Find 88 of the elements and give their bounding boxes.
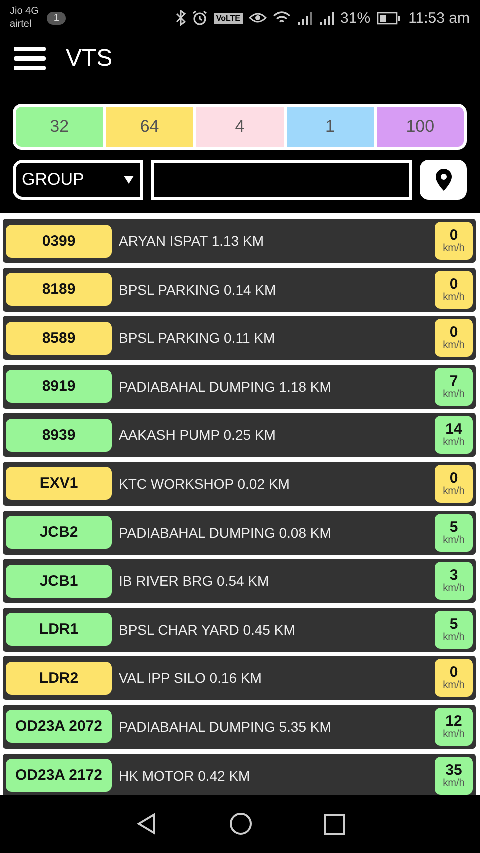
home-icon[interactable] <box>228 812 252 836</box>
speed-value: 0 <box>450 665 458 680</box>
vehicle-location: AAKASH PUMP 0.25 KM <box>119 427 277 444</box>
vehicle-plate: 0399 <box>6 224 112 258</box>
vehicle-location: IB RIVER BRG 0.54 KM <box>119 573 270 590</box>
vehicle-plate: 8939 <box>6 418 112 452</box>
speed-unit: km/h <box>443 340 465 352</box>
status-count-tab[interactable]: 4 <box>196 107 284 147</box>
vehicle-row[interactable]: OD23A 2072 PADIABAHAL DUMPING 5.35 KM 12 km/h <box>3 704 476 749</box>
speed-unit: km/h <box>443 534 465 546</box>
volte-badge: VoLTE <box>214 12 243 24</box>
eye-icon <box>248 11 267 25</box>
vehicle-row[interactable]: JCB1 IB RIVER BRG 0.54 KM 3 km/h <box>3 559 476 604</box>
vehicle-row[interactable]: 0399 ARYAN ISPAT 1.13 KM 0 km/h <box>3 219 476 263</box>
vehicle-plate: 8189 <box>6 273 112 306</box>
speed-value: 14 <box>446 422 462 438</box>
search-field[interactable] <box>151 160 412 200</box>
vehicle-row[interactable]: JCB2 PADIABAHAL DUMPING 0.08 KM 5 km/h <box>3 510 476 555</box>
vehicle-row[interactable]: 8939 AAKASH PUMP 0.25 KM 14 km/h <box>3 413 476 458</box>
vehicle-plate: EXV1 <box>6 467 112 500</box>
vehicle-plate: OD23A 2172 <box>6 759 112 792</box>
speed-value: 7 <box>450 374 458 389</box>
clock-time: 11:53 am <box>408 10 470 26</box>
speed-value: 12 <box>446 714 462 729</box>
carrier-name: Jio 4G <box>10 5 39 18</box>
map-button[interactable] <box>420 160 467 200</box>
speed-value: 0 <box>450 228 458 243</box>
speed-value: 0 <box>450 470 458 486</box>
vehicle-plate: 8919 <box>6 370 112 404</box>
bluetooth-icon <box>176 10 186 26</box>
speed-unit: km/h <box>443 728 465 740</box>
speed-unit: km/h <box>443 388 465 400</box>
speed-value: 0 <box>450 325 458 340</box>
speed-unit: km/h <box>443 486 465 497</box>
vehicle-location: PADIABAHAL DUMPING 5.35 KM <box>119 718 332 735</box>
speed-unit: km/h <box>443 292 465 303</box>
speed-unit: km/h <box>443 437 465 448</box>
vehicle-location: HK MOTOR 0.42 KM <box>119 768 252 784</box>
vehicle-location: VAL IPP SILO 0.16 KM <box>119 670 263 686</box>
dropdown-caret-icon <box>124 176 134 184</box>
vehicle-plate: LDR2 <box>6 662 112 695</box>
vehicle-row[interactable]: 8589 BPSL PARKING 0.11 KM 0 km/h <box>3 316 476 360</box>
status-count-tab[interactable]: 32 <box>16 107 104 147</box>
vehicle-row[interactable]: LDR1 BPSL CHAR YARD 0.45 KM 5 km/h <box>3 608 476 652</box>
vehicle-plate: JCB1 <box>6 564 112 598</box>
menu-icon[interactable] <box>14 46 46 72</box>
recents-icon[interactable] <box>324 814 344 834</box>
notification-badge: 1 <box>46 12 66 24</box>
vehicle-location: PADIABAHAL DUMPING 0.08 KM <box>119 524 332 541</box>
speed-value: 5 <box>450 520 458 535</box>
vehicle-location: BPSL PARKING 0.14 KM <box>119 282 278 298</box>
speed-unit: km/h <box>443 583 465 594</box>
speed-value: 3 <box>450 568 458 584</box>
carrier-name: airtel <box>10 18 33 31</box>
vehicle-plate: LDR1 <box>6 613 112 646</box>
status-count-tab[interactable]: 64 <box>106 107 194 147</box>
status-count-tab[interactable]: 1 <box>286 107 374 147</box>
wifi-icon <box>272 11 291 25</box>
vehicle-row[interactable]: EXV1 KTC WORKSHOP 0.02 KM 0 km/h <box>3 462 476 506</box>
vehicle-row[interactable]: LDR2 VAL IPP SILO 0.16 KM 0 km/h <box>3 656 476 700</box>
status-count-tab[interactable]: 100 <box>376 107 464 147</box>
battery-icon <box>376 12 401 24</box>
speed-value: 0 <box>450 276 458 292</box>
app-title: VTS <box>66 45 113 73</box>
back-icon[interactable] <box>136 813 158 835</box>
vehicle-location: BPSL CHAR YARD 0.45 KM <box>119 622 296 638</box>
group-dropdown[interactable]: GROUP <box>13 160 143 200</box>
speed-unit: km/h <box>443 778 465 789</box>
signal-icon <box>296 11 313 25</box>
alarm-icon <box>192 10 208 26</box>
speed-unit: km/h <box>443 632 465 643</box>
vehicle-row[interactable]: 8189 BPSL PARKING 0.14 KM 0 km/h <box>3 268 476 312</box>
speed-value: 5 <box>450 616 458 632</box>
vehicle-plate: 8589 <box>6 322 112 355</box>
speed-value: 35 <box>446 762 462 778</box>
vehicle-plate: OD23A 2072 <box>6 710 112 744</box>
vehicle-row[interactable]: OD23A 2172 HK MOTOR 0.42 KM 35 km/h <box>3 754 476 795</box>
vehicle-location: KTC WORKSHOP 0.02 KM <box>119 476 291 492</box>
speed-unit: km/h <box>443 243 465 254</box>
signal-icon <box>318 11 335 25</box>
vehicle-location: PADIABAHAL DUMPING 1.18 KM <box>119 378 332 395</box>
location-pin-icon <box>436 169 452 191</box>
vehicle-plate: JCB2 <box>6 516 112 550</box>
speed-unit: km/h <box>443 680 465 692</box>
vehicle-row[interactable]: 8919 PADIABAHAL DUMPING 1.18 KM 7 km/h <box>3 364 476 409</box>
vehicle-location: ARYAN ISPAT 1.13 KM <box>119 233 265 249</box>
vehicle-location: BPSL PARKING 0.11 KM <box>119 330 276 346</box>
battery-percent: 31% <box>340 10 371 26</box>
